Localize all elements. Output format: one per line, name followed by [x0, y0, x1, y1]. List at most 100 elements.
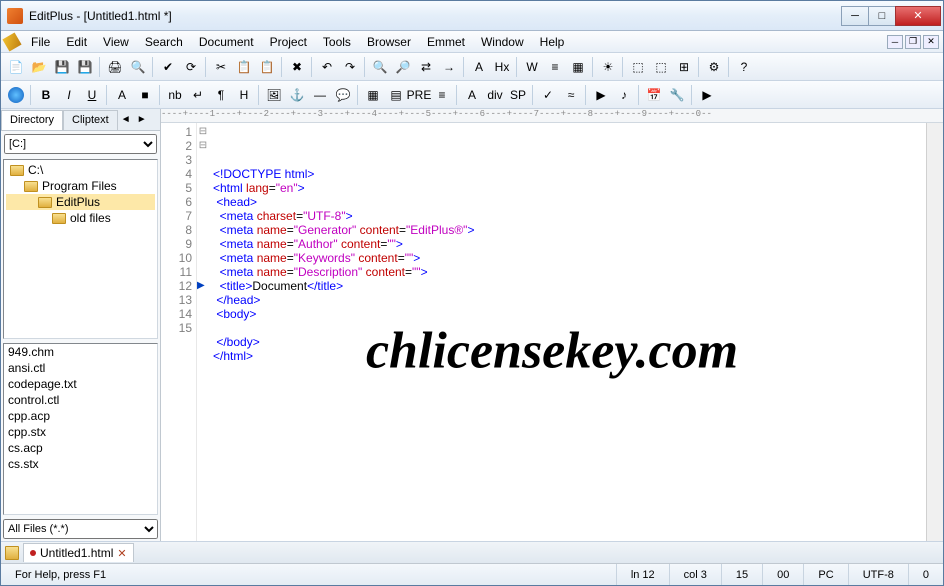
tile-button[interactable]: ⊞: [673, 56, 695, 78]
print-button[interactable]: 🖨: [104, 56, 126, 78]
pre-button[interactable]: PRE: [408, 84, 430, 106]
wrap-button[interactable]: W: [521, 56, 543, 78]
music-button[interactable]: ♪: [613, 84, 635, 106]
help-button[interactable]: ?: [733, 56, 755, 78]
mdi-close-button[interactable]: ✕: [923, 35, 939, 49]
dir-item[interactable]: C:\: [6, 162, 155, 178]
file-item[interactable]: cs.stx: [4, 456, 157, 472]
directory-tree[interactable]: C:\Program FilesEditPlusold files: [3, 159, 158, 339]
file-filter[interactable]: All Files (*.*): [3, 519, 158, 539]
close-button[interactable]: ✕: [895, 6, 941, 26]
open-button[interactable]: 📂: [28, 56, 50, 78]
dir-item[interactable]: Program Files: [6, 178, 155, 194]
column-button[interactable]: ▦: [567, 56, 589, 78]
menu-project[interactable]: Project: [262, 33, 315, 51]
code-line[interactable]: <head>: [213, 195, 922, 209]
vertical-scrollbar[interactable]: [926, 123, 943, 541]
browser-button[interactable]: ☀: [597, 56, 619, 78]
file-item[interactable]: cs.acp: [4, 440, 157, 456]
tab-cliptext[interactable]: Cliptext: [63, 110, 118, 130]
menu-edit[interactable]: Edit: [58, 33, 95, 51]
mdi-restore-button[interactable]: ❐: [905, 35, 921, 49]
table-button[interactable]: ▦: [362, 84, 384, 106]
code-line[interactable]: <html lang="en">: [213, 181, 922, 195]
doctab-untitled1[interactable]: Untitled1.html ✕: [23, 543, 134, 562]
char-button[interactable]: A: [461, 84, 483, 106]
dir-item[interactable]: old files: [6, 210, 155, 226]
code-line[interactable]: <meta name="Generator" content="EditPlus…: [213, 223, 922, 237]
code-line[interactable]: [213, 363, 922, 377]
div-button[interactable]: div: [484, 84, 506, 106]
file-item[interactable]: cpp.stx: [4, 424, 157, 440]
anchor-button[interactable]: ⚓: [286, 84, 308, 106]
code-line[interactable]: <meta name="Keywords" content="">: [213, 251, 922, 265]
break-button[interactable]: ↵: [187, 84, 209, 106]
menu-view[interactable]: View: [95, 33, 137, 51]
file-item[interactable]: control.ctl: [4, 392, 157, 408]
menu-document[interactable]: Document: [191, 33, 262, 51]
settings-button[interactable]: ⚙: [703, 56, 725, 78]
undo-button[interactable]: ↶: [316, 56, 338, 78]
underline-button[interactable]: U: [81, 84, 103, 106]
split-button[interactable]: ⬚: [627, 56, 649, 78]
code-line[interactable]: </head>: [213, 293, 922, 307]
goto-button[interactable]: →: [438, 56, 460, 78]
list-button[interactable]: ≡: [431, 84, 453, 106]
code-line[interactable]: </html>: [213, 349, 922, 363]
para-button[interactable]: ¶: [210, 84, 232, 106]
code-line[interactable]: <meta charset="UTF-8">: [213, 209, 922, 223]
wrapmode-button[interactable]: ≡: [544, 56, 566, 78]
validate-button[interactable]: ✓: [537, 84, 559, 106]
maximize-button[interactable]: □: [868, 6, 896, 26]
cut-button[interactable]: ✂: [210, 56, 232, 78]
mdi-minimize-button[interactable]: ─: [887, 35, 903, 49]
redo-button[interactable]: ↷: [339, 56, 361, 78]
code-line[interactable]: [213, 321, 922, 335]
paste-button[interactable]: 📋: [256, 56, 278, 78]
new-button[interactable]: 📄: [5, 56, 27, 78]
tab-directory[interactable]: Directory: [1, 110, 63, 130]
menu-help[interactable]: Help: [532, 33, 573, 51]
code-line[interactable]: <meta name="Author" content="">: [213, 237, 922, 251]
file-item[interactable]: 949.chm: [4, 344, 157, 360]
bold-button[interactable]: B: [35, 84, 57, 106]
menu-window[interactable]: Window: [473, 33, 532, 51]
code-line[interactable]: <body>: [213, 307, 922, 321]
delete-button[interactable]: ✖: [286, 56, 308, 78]
italic-button[interactable]: I: [58, 84, 80, 106]
menu-emmet[interactable]: Emmet: [419, 33, 473, 51]
nbsp-button[interactable]: nb: [164, 84, 186, 106]
code-area[interactable]: ▶ <!DOCTYPE html><html lang="en"> <head>…: [209, 123, 926, 541]
sp-button[interactable]: SP: [507, 84, 529, 106]
refresh-button[interactable]: ⟳: [180, 56, 202, 78]
code-line[interactable]: </body>: [213, 335, 922, 349]
code-line[interactable]: <!DOCTYPE html>: [213, 167, 922, 181]
date-button[interactable]: 📅: [643, 84, 665, 106]
form-button[interactable]: ▤: [385, 84, 407, 106]
fold-toggle[interactable]: ⊟: [197, 139, 209, 153]
file-item[interactable]: codepage.txt: [4, 376, 157, 392]
file-item[interactable]: ansi.ctl: [4, 360, 157, 376]
code-line[interactable]: <title>Document</title>: [213, 279, 922, 293]
menu-search[interactable]: Search: [137, 33, 191, 51]
drive-selector[interactable]: [C:]: [4, 134, 157, 154]
font-button[interactable]: A: [111, 84, 133, 106]
file-item[interactable]: cpp.acp: [4, 408, 157, 424]
file-list[interactable]: 949.chmansi.ctlcodepage.txtcontrol.ctlcp…: [3, 343, 158, 515]
saveall-button[interactable]: 💾: [74, 56, 96, 78]
image-button[interactable]: 🖼: [263, 84, 285, 106]
tools-button[interactable]: 🔧: [666, 84, 688, 106]
fontup-button[interactable]: Hx: [491, 56, 513, 78]
minimize-button[interactable]: ─: [841, 6, 869, 26]
play-button[interactable]: ▶: [590, 84, 612, 106]
splitv-button[interactable]: ⬚: [650, 56, 672, 78]
doctab-close-icon[interactable]: ✕: [117, 547, 126, 560]
fold-toggle[interactable]: ⊟: [197, 125, 209, 139]
copy-button[interactable]: 📋: [233, 56, 255, 78]
globe-button[interactable]: [5, 84, 27, 106]
find-button[interactable]: 🔍: [369, 56, 391, 78]
sidetab-left-icon[interactable]: ◄: [118, 109, 134, 130]
tidy-button[interactable]: ≈: [560, 84, 582, 106]
spell-button[interactable]: ✔: [157, 56, 179, 78]
replace-button[interactable]: ⇄: [415, 56, 437, 78]
